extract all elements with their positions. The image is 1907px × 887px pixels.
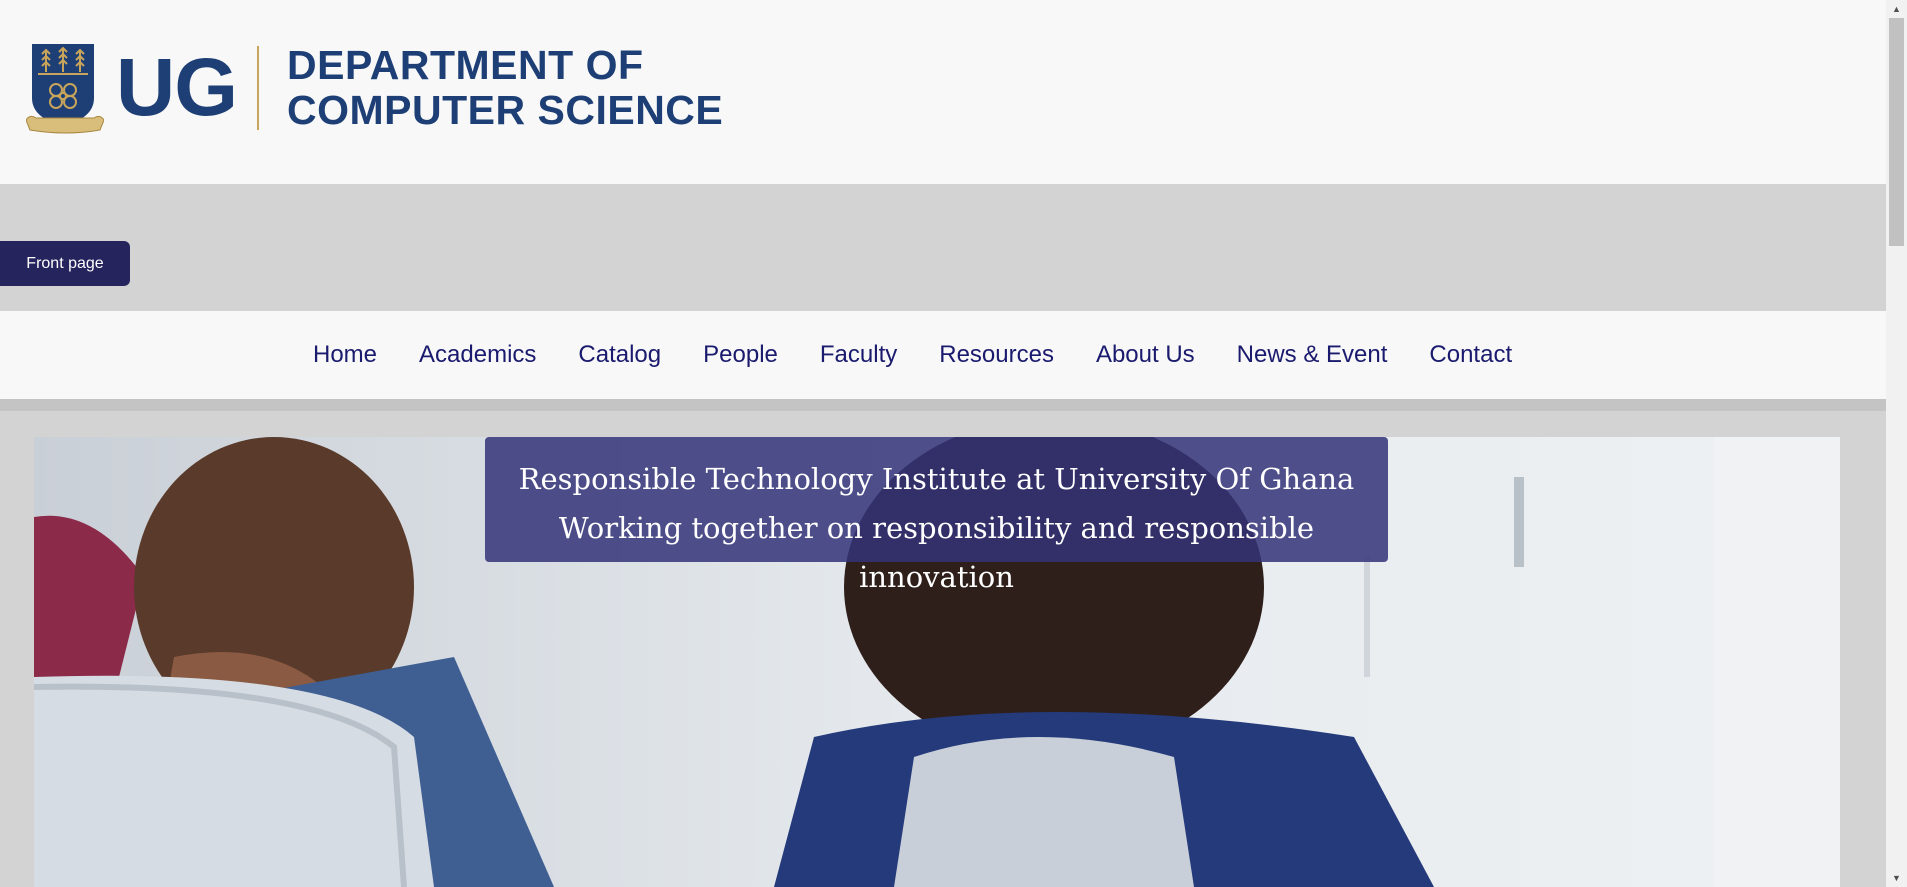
nav-item-about-us[interactable]: About Us <box>1075 341 1216 369</box>
university-crest-icon <box>26 44 104 134</box>
main-nav-list: Home Academics Catalog People Faculty Re… <box>292 311 1533 399</box>
nav-divider <box>0 399 1886 411</box>
nav-item-resources[interactable]: Resources <box>918 341 1075 369</box>
hero-caption-title: Responsible Technology Institute at Univ… <box>518 462 1355 496</box>
nav-item-catalog[interactable]: Catalog <box>557 341 682 369</box>
logo-abbreviation: UG <box>116 42 238 133</box>
main-navigation: Home Academics Catalog People Faculty Re… <box>0 311 1886 399</box>
department-name-line2: COMPUTER SCIENCE <box>287 87 724 133</box>
department-name: DEPARTMENT OF COMPUTER SCIENCE <box>287 43 723 133</box>
front-page-tab[interactable]: Front page <box>0 241 130 286</box>
site-logo[interactable]: UG DEPARTMENT OF COMPUTER SCIENCE <box>26 40 723 136</box>
site-header: UG DEPARTMENT OF COMPUTER SCIENCE <box>0 0 1886 184</box>
scroll-down-arrow-icon[interactable]: ▼ <box>1886 869 1907 887</box>
hero-caption: Responsible Technology Institute at Univ… <box>485 437 1388 594</box>
nav-item-academics[interactable]: Academics <box>398 341 557 369</box>
page-scrollbar[interactable]: ▲ ▼ <box>1886 0 1907 887</box>
nav-item-faculty[interactable]: Faculty <box>799 341 918 369</box>
logo-divider <box>257 46 259 130</box>
scrollbar-thumb[interactable] <box>1889 18 1904 246</box>
department-name-line1: DEPARTMENT OF <box>287 42 644 88</box>
nav-item-home[interactable]: Home <box>292 341 398 369</box>
hero-caption-subtitle: Working together on responsibility and r… <box>558 511 1315 594</box>
nav-item-news-event[interactable]: News & Event <box>1216 341 1409 369</box>
nav-item-people[interactable]: People <box>682 341 799 369</box>
nav-item-contact[interactable]: Contact <box>1408 341 1533 369</box>
local-tabs-bar: Front page <box>0 184 1886 311</box>
scroll-up-arrow-icon[interactable]: ▲ <box>1886 0 1907 18</box>
